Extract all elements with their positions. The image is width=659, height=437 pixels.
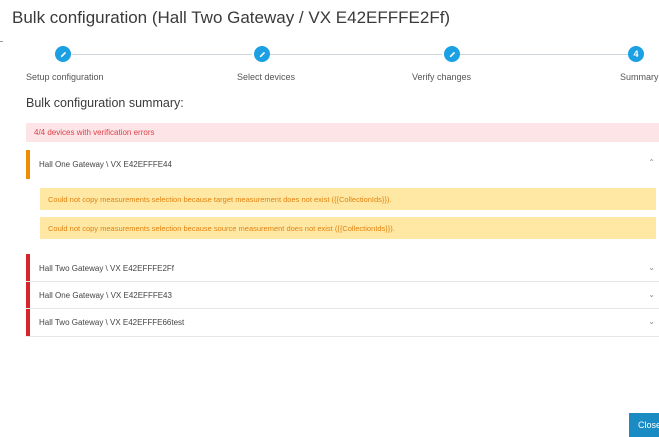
- step-3-indicator[interactable]: [444, 46, 460, 62]
- chevron-up-icon[interactable]: ⌃: [648, 158, 655, 167]
- chevron-down-icon[interactable]: ⌄: [648, 290, 655, 299]
- device-panel-header[interactable]: Hall Two Gateway \ VX E42EFFFE66test ⌄: [26, 309, 659, 337]
- device-panel-header[interactable]: Hall One Gateway \ VX E42EFFFE44 ⌃: [26, 150, 659, 179]
- close-button[interactable]: Close: [629, 413, 659, 437]
- step-connector: [72, 54, 252, 55]
- step-4-label: Summary: [620, 72, 659, 82]
- step-connector: [460, 54, 628, 55]
- pencil-icon: [60, 51, 66, 57]
- chevron-down-icon[interactable]: ⌄: [648, 263, 655, 272]
- device-name: Hall One Gateway \ VX E42EFFFE44: [39, 160, 172, 169]
- error-status-stripe: [26, 254, 30, 281]
- step-3-label: Verify changes: [412, 72, 472, 82]
- error-status-stripe: [26, 282, 30, 308]
- device-panel-header[interactable]: Hall One Gateway \ VX E42EFFFE43 ⌄: [26, 282, 659, 309]
- step-1-label: Setup configuration: [26, 72, 104, 82]
- warning-message: Could not copy measurements selection be…: [40, 188, 656, 210]
- pencil-icon: [449, 51, 455, 57]
- device-name: Hall Two Gateway \ VX E42EFFFE2Ff: [39, 264, 175, 273]
- dialog-title: Bulk configuration (Hall Two Gateway / V…: [12, 8, 451, 27]
- warning-message: Could not copy measurements selection be…: [40, 217, 656, 239]
- error-status-stripe: [26, 309, 30, 336]
- warning-status-stripe: [26, 150, 30, 179]
- step-1-indicator[interactable]: [55, 46, 71, 62]
- device-name: Hall One Gateway \ VX E42EFFFE43: [39, 291, 172, 300]
- chevron-down-icon[interactable]: ⌄: [648, 317, 655, 326]
- device-name: Hall Two Gateway \ VX E42EFFFE66test: [39, 318, 185, 327]
- summary-heading: Bulk configuration summary:: [26, 96, 184, 110]
- edge-divider: [0, 41, 3, 42]
- step-connector: [270, 54, 442, 55]
- wizard-stepper: 4 Setup configuration Select devices Ver…: [0, 44, 659, 86]
- step-2-indicator[interactable]: [254, 46, 270, 62]
- device-panel-header[interactable]: Hall Two Gateway \ VX E42EFFFE2Ff ⌄: [26, 254, 659, 282]
- step-4-indicator[interactable]: 4: [628, 46, 644, 62]
- pencil-icon: [259, 51, 265, 57]
- verification-error-banner: 4/4 devices with verification errors: [26, 123, 659, 142]
- step-2-label: Select devices: [237, 72, 296, 82]
